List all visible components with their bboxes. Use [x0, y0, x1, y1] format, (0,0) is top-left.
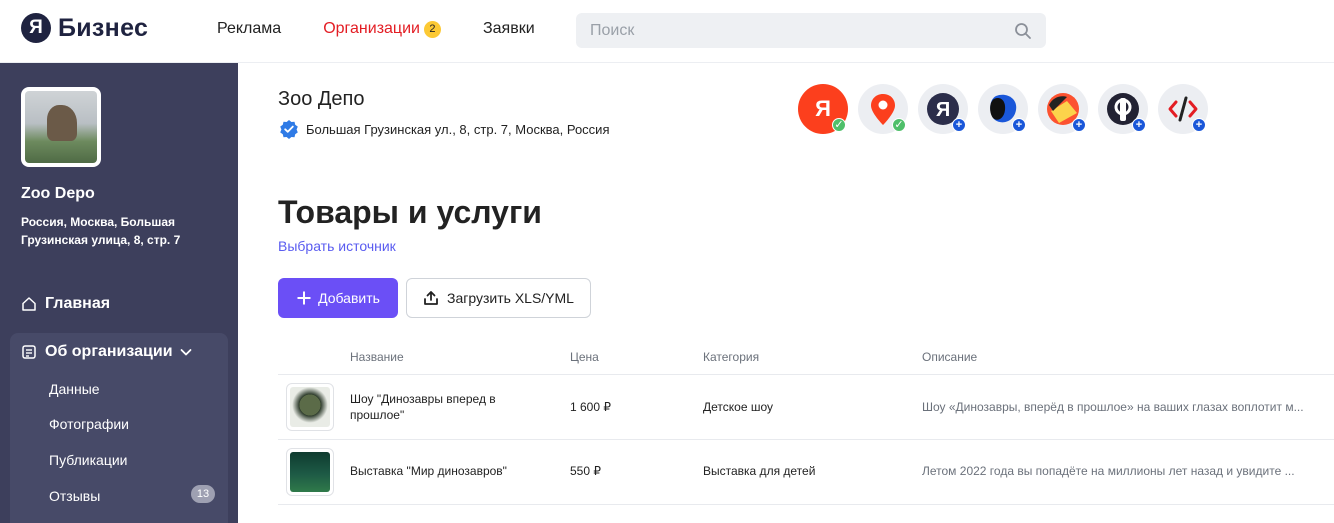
- row-description: Шоу «Динозавры, вперёд в прошлое» на ваш…: [922, 400, 1304, 414]
- dinosaur-exhibition-thumbnail: [290, 452, 330, 492]
- logo-text: Бизнес: [58, 13, 149, 42]
- sidebar-org-name: Zoo Depo: [21, 185, 95, 202]
- verified-badge-icon: [280, 120, 298, 139]
- add-plus-icon: +: [1012, 118, 1026, 132]
- sidebar-group-about-label: Об организации: [45, 343, 173, 360]
- service-yandex[interactable]: Я ✓: [798, 84, 848, 134]
- service-f[interactable]: +: [1098, 84, 1148, 134]
- row-category: Детское шоу: [703, 400, 773, 414]
- nav-organizations[interactable]: Организации 2: [323, 20, 441, 38]
- product-image[interactable]: [286, 448, 334, 496]
- connected-check-icon: ✓: [832, 118, 846, 132]
- dinosaur-show-thumbnail: [290, 387, 330, 427]
- add-plus-icon: +: [1192, 118, 1206, 132]
- organizations-count-badge: 2: [423, 20, 441, 38]
- plus-icon: [297, 291, 311, 305]
- row-description: Летом 2022 года вы попадёте на миллионы …: [922, 464, 1295, 478]
- document-icon: [22, 345, 36, 359]
- add-plus-icon: +: [1132, 118, 1146, 132]
- table-divider: [278, 374, 1334, 375]
- sidebar-item-main[interactable]: Главная: [21, 295, 110, 313]
- row-price: 1 600 ₽: [570, 400, 611, 414]
- search-icon[interactable]: [1014, 22, 1032, 40]
- row-category: Выставка для детей: [703, 464, 816, 478]
- org-title: Зоо Депо: [278, 88, 365, 110]
- add-button-label: Добавить: [318, 290, 380, 306]
- dinosaur-photo: [25, 91, 97, 163]
- sidebar-item-publications[interactable]: Публикации: [49, 452, 127, 468]
- svg-text:Я: Я: [815, 96, 831, 121]
- service-maps[interactable]: ✓: [858, 84, 908, 134]
- row-name: Выставка "Мир динозавров": [350, 464, 507, 478]
- row-price: 550 ₽: [570, 464, 601, 478]
- connected-check-icon: ✓: [892, 118, 906, 132]
- column-header-description[interactable]: Описание: [922, 350, 977, 364]
- chevron-down-icon: [180, 349, 191, 356]
- top-bar: Я Бизнес Реклама Организации 2 Заявки: [0, 0, 1334, 63]
- org-photo[interactable]: [21, 87, 101, 167]
- nav-requests[interactable]: Заявки: [483, 20, 535, 38]
- upload-button[interactable]: Загрузить XLS/YML: [406, 278, 591, 318]
- service-yandex-dark[interactable]: Я +: [918, 84, 968, 134]
- column-header-price[interactable]: Цена: [570, 350, 599, 364]
- sidebar-item-photos[interactable]: Фотографии: [49, 416, 129, 432]
- upload-icon: [424, 291, 438, 305]
- table-divider: [278, 504, 1334, 505]
- table-divider: [278, 439, 1334, 440]
- nav-organizations-label: Организации: [323, 20, 420, 37]
- sidebar-org-address: Россия, Москва, Большая Грузинская улица…: [21, 215, 181, 247]
- nav-requests-label: Заявки: [482, 20, 535, 37]
- search-input[interactable]: [576, 21, 996, 40]
- column-header-category[interactable]: Категория: [703, 350, 759, 364]
- nav-ads[interactable]: Реклама: [217, 20, 281, 38]
- row-name: Шоу "Динозавры вперед в прошлое": [350, 392, 496, 422]
- yandex-business-logo[interactable]: Я Бизнес: [21, 13, 148, 43]
- org-address: Большая Грузинская ул., 8, стр. 7, Москв…: [306, 122, 610, 137]
- product-image[interactable]: [286, 383, 334, 431]
- add-plus-icon: +: [952, 118, 966, 132]
- service-navigator[interactable]: +: [978, 84, 1028, 134]
- sidebar: Zoo Depo Россия, Москва, Большая Грузинс…: [0, 63, 238, 523]
- service-tools[interactable]: +: [1158, 84, 1208, 134]
- connected-services: Я ✓ ✓ Я + + + + +: [798, 84, 1218, 134]
- sidebar-group-about: Об организации Данные Фотографии Публика…: [10, 333, 228, 523]
- sidebar-item-reviews[interactable]: Отзывы: [49, 488, 100, 504]
- upload-button-label: Загрузить XLS/YML: [447, 290, 574, 306]
- logo-letter: Я: [21, 13, 51, 43]
- add-button[interactable]: Добавить: [278, 278, 398, 318]
- add-plus-icon: +: [1072, 118, 1086, 132]
- nav-ads-label: Реклама: [217, 20, 282, 37]
- service-eda[interactable]: +: [1038, 84, 1088, 134]
- column-header-name[interactable]: Название: [350, 350, 404, 364]
- page-title: Товары и услуги: [278, 194, 542, 230]
- search-box: [576, 13, 1046, 48]
- main-nav: Реклама Организации 2 Заявки: [217, 20, 577, 38]
- sidebar-item-main-label: Главная: [45, 295, 111, 312]
- choose-source-link[interactable]: Выбрать источник: [278, 238, 396, 254]
- reviews-count-badge: 13: [191, 485, 215, 503]
- sidebar-group-about-toggle[interactable]: Об организации: [21, 343, 193, 361]
- sidebar-item-data[interactable]: Данные: [49, 381, 100, 397]
- svg-text:Я: Я: [936, 99, 950, 121]
- home-icon: [22, 297, 36, 311]
